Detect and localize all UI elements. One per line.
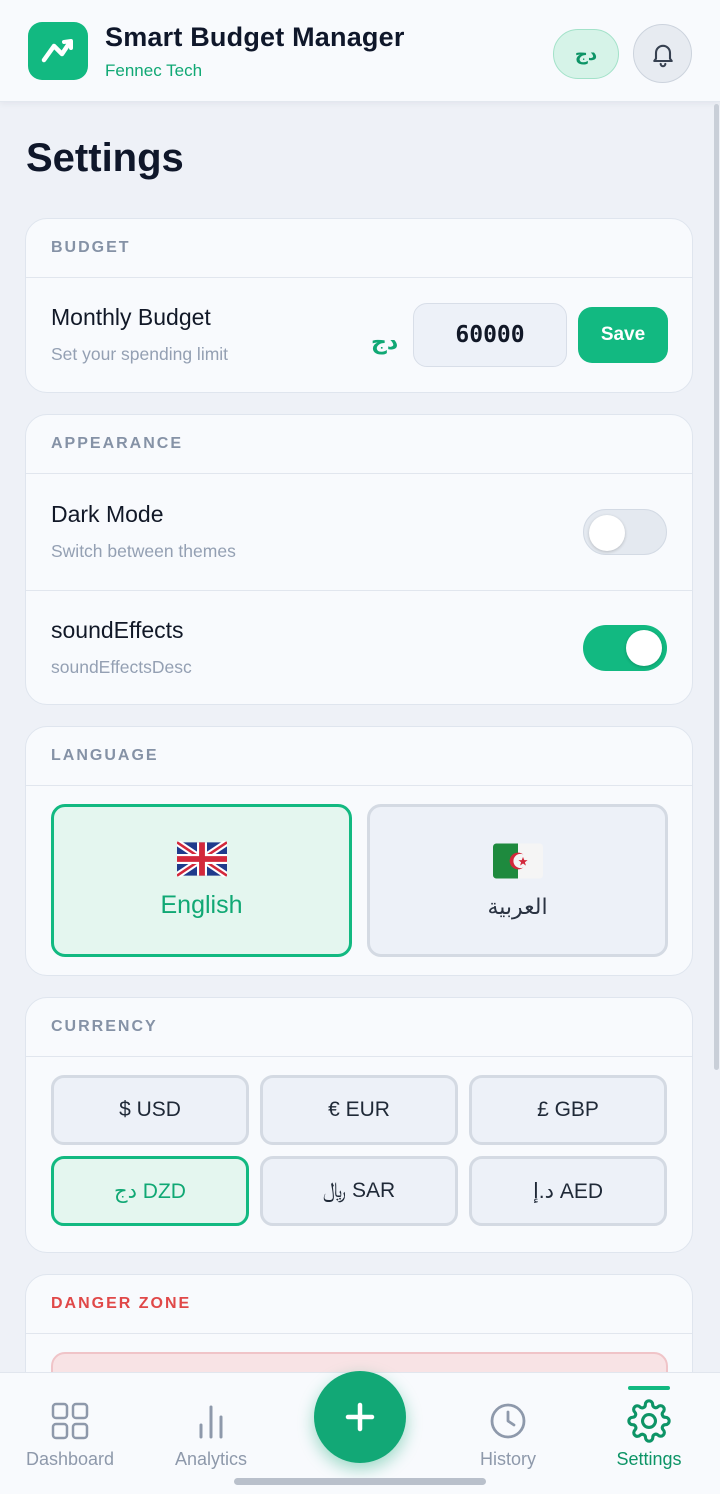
sound-effects-toggle[interactable] — [583, 625, 667, 671]
currency-option-dzd[interactable]: دج DZD — [51, 1156, 249, 1226]
monthly-budget-label: Monthly Budget — [51, 304, 211, 330]
gear-icon — [627, 1399, 671, 1443]
section-header: APPEARANCE — [26, 415, 692, 474]
sound-effects-label: soundEffects — [51, 617, 184, 643]
app-header: Smart Budget Manager Fennec Tech دج — [0, 0, 720, 102]
algeria-flag-icon — [492, 843, 543, 878]
app-subtitle: Fennec Tech — [105, 61, 203, 80]
dark-mode-toggle[interactable] — [583, 509, 667, 555]
add-transaction-button[interactable] — [314, 1371, 406, 1463]
currency-symbol: دج — [371, 329, 399, 354]
currency-option-gbp[interactable]: £ GBP — [469, 1075, 667, 1145]
bell-icon — [652, 44, 673, 67]
language-card: LANGUAGE English العربية — [25, 726, 693, 976]
divider — [26, 590, 692, 591]
currency-option-eur[interactable]: € EUR — [260, 1075, 458, 1145]
save-button[interactable]: Save — [578, 307, 668, 363]
currency-card: CURRENCY $ USD € EUR £ GBP دج DZD ﷼ SAR … — [25, 997, 693, 1253]
section-header: LANGUAGE — [26, 727, 692, 786]
currency-option-usd[interactable]: $ USD — [51, 1075, 249, 1145]
sound-effects-desc: soundEffectsDesc — [51, 657, 192, 677]
language-label: العربية — [487, 893, 548, 919]
nav-label: History — [479, 1449, 536, 1469]
section-header: BUDGET — [26, 219, 692, 278]
language-option-arabic[interactable]: العربية — [367, 804, 668, 957]
chart-trend-icon — [41, 39, 73, 63]
scrollbar[interactable] — [714, 104, 719, 1070]
nav-dashboard[interactable]: Dashboard — [0, 1373, 140, 1483]
nav-settings[interactable]: Settings — [579, 1373, 719, 1483]
nav-label: Dashboard — [25, 1449, 115, 1469]
dark-mode-label: Dark Mode — [51, 501, 164, 527]
section-header: CURRENCY — [26, 998, 692, 1057]
toggle-knob — [589, 515, 625, 551]
uk-flag-icon — [176, 841, 227, 877]
home-indicator — [234, 1478, 486, 1485]
budget-card: BUDGET Monthly Budget Set your spending … — [25, 218, 693, 393]
currency-option-aed[interactable]: د.إ AED — [469, 1156, 667, 1226]
currency-pill[interactable]: دج — [553, 29, 619, 79]
toggle-knob — [626, 630, 662, 666]
monthly-budget-desc: Set your spending limit — [51, 344, 229, 364]
language-option-english[interactable]: English — [51, 804, 352, 957]
bar-chart-icon — [199, 1405, 223, 1439]
app-logo — [28, 22, 88, 80]
section-header: DANGER ZONE — [26, 1275, 692, 1334]
page-title: Settings — [26, 136, 184, 180]
clock-icon — [490, 1403, 526, 1439]
nav-label: Analytics — [174, 1449, 248, 1469]
budget-input[interactable] — [413, 303, 567, 367]
nav-label: Settings — [616, 1449, 682, 1469]
nav-analytics[interactable]: Analytics — [141, 1373, 281, 1483]
currency-option-sar[interactable]: ﷼ SAR — [260, 1156, 458, 1226]
language-label: English — [160, 891, 243, 919]
app-title: Smart Budget Manager — [105, 22, 405, 52]
appearance-card: APPEARANCE Dark Mode Switch between them… — [25, 414, 693, 705]
nav-history[interactable]: History — [438, 1373, 578, 1483]
grid-icon — [51, 1402, 89, 1440]
plus-icon — [345, 1402, 375, 1432]
bottom-nav: Dashboard Analytics History Settings — [0, 1371, 720, 1494]
notifications-button[interactable] — [633, 24, 692, 83]
dark-mode-desc: Switch between themes — [51, 541, 236, 561]
